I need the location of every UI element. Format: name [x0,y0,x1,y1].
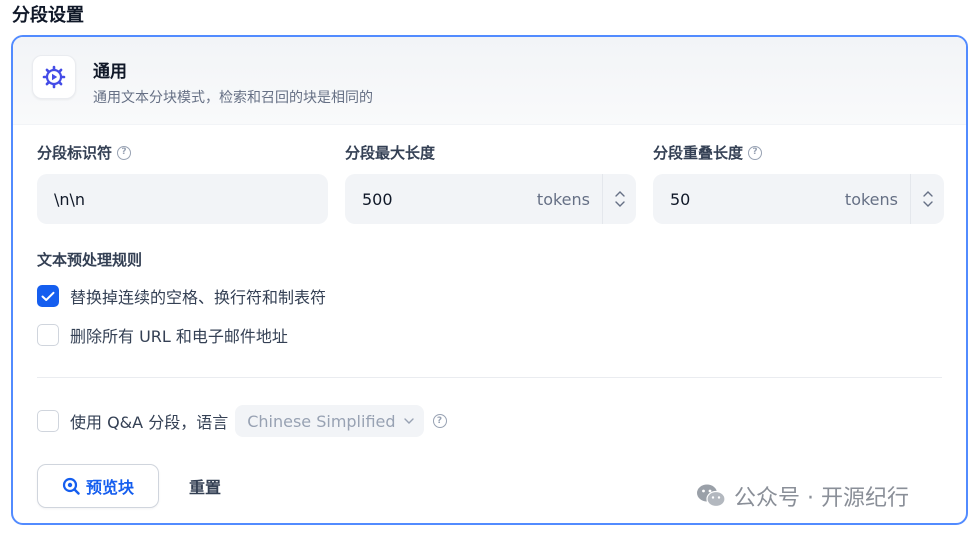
help-icon[interactable]: ? [117,145,132,160]
mode-title: 通用 [93,62,127,82]
chevron-up-icon[interactable] [922,191,933,197]
tokens-unit: tokens [536,189,590,209]
separator-label: 分段标识符 ? [37,142,132,163]
max-length-stepper[interactable] [602,174,636,224]
preprocess-rules-label: 文本预处理规则 [37,251,143,269]
max-length-label: 分段最大长度 [345,144,436,162]
search-icon [62,477,80,495]
qa-label: 使用 Q&A 分段，语言 [70,413,229,432]
help-icon[interactable]: ? [748,145,763,160]
reset-button[interactable]: 重置 [181,464,229,508]
overlap-label: 分段重叠长度 ? [653,142,763,163]
checkbox-checked[interactable] [37,285,59,307]
qa-checkbox[interactable] [37,410,59,432]
chevron-down-icon[interactable] [922,201,933,207]
overlap-input[interactable]: 50 tokens [653,174,944,224]
max-length-input[interactable]: 500 tokens [345,174,636,224]
overlap-stepper[interactable] [910,174,944,224]
help-icon[interactable]: ? [432,414,447,428]
chevron-down-icon[interactable] [614,201,625,207]
tokens-unit: tokens [844,189,898,209]
qa-segmentation-row[interactable]: 使用 Q&A 分段，语言 Chinese Simplified ? [37,405,447,437]
rule-replace-whitespace[interactable]: 替换掉连续的空格、换行符和制表符 [37,284,326,308]
chevron-down-icon [403,418,414,424]
preview-chunks-button[interactable]: 预览块 [37,464,159,508]
separator-input[interactable]: \n\n [37,174,328,224]
chunk-settings-card: 通用 通用文本分块模式，检索和召回的块是相同的 分段标识符 ? \n\n 分段最… [11,35,968,525]
wechat-icon [697,484,726,508]
rule-remove-urls[interactable]: 删除所有 URL 和电子邮件地址 [37,323,288,347]
checkbox-unchecked[interactable] [37,324,59,346]
page-title: 分段设置 [12,5,84,26]
general-mode-header[interactable]: 通用 通用文本分块模式，检索和召回的块是相同的 [13,37,966,125]
chevron-up-icon[interactable] [614,191,625,197]
divider [37,377,942,378]
language-select[interactable]: Chinese Simplified [235,405,424,437]
gear-play-icon [32,55,76,99]
watermark: 公众号 · 开源纪行 [696,480,909,512]
check-icon [41,291,55,301]
mode-description: 通用文本分块模式，检索和召回的块是相同的 [93,90,373,106]
